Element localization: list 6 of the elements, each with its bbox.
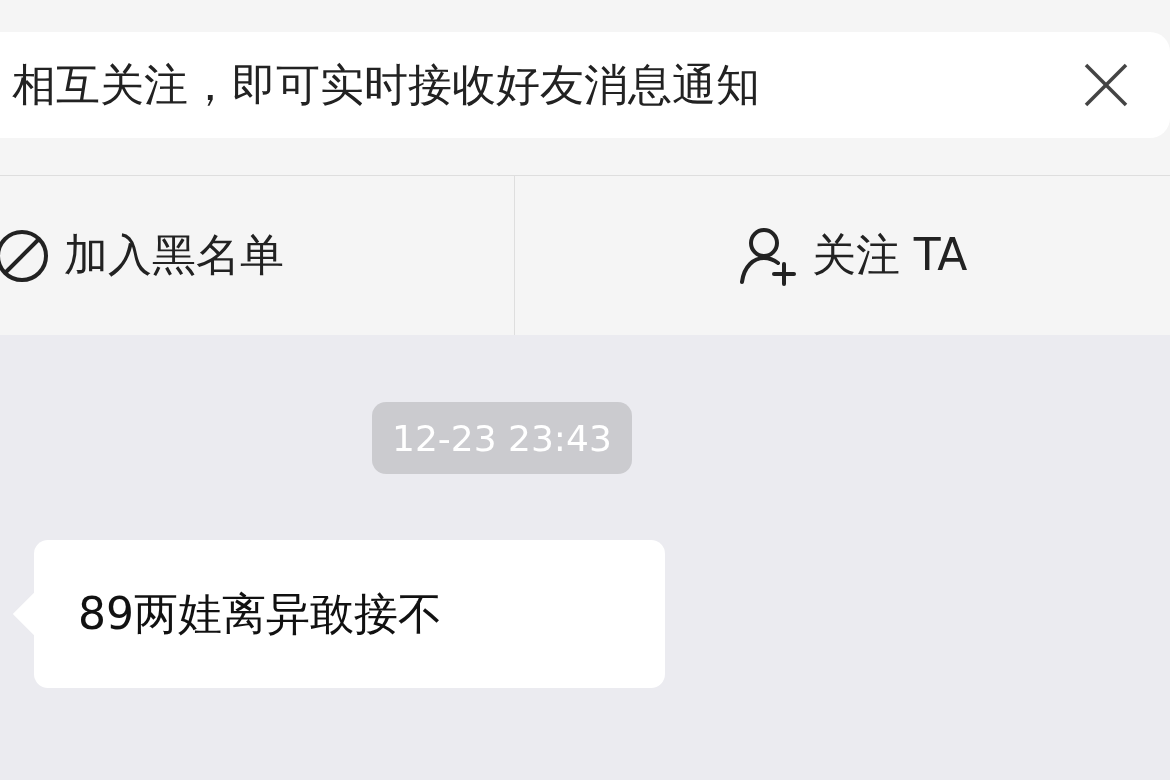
block-icon bbox=[0, 227, 50, 284]
close-button[interactable] bbox=[1082, 61, 1130, 109]
follow-button[interactable]: 关注 TA bbox=[515, 176, 1170, 335]
add-user-icon bbox=[737, 225, 798, 286]
notice-text: 相互关注，即可实时接收好友消息通知 bbox=[12, 57, 760, 112]
block-button[interactable]: 加入黑名单 bbox=[0, 176, 515, 335]
